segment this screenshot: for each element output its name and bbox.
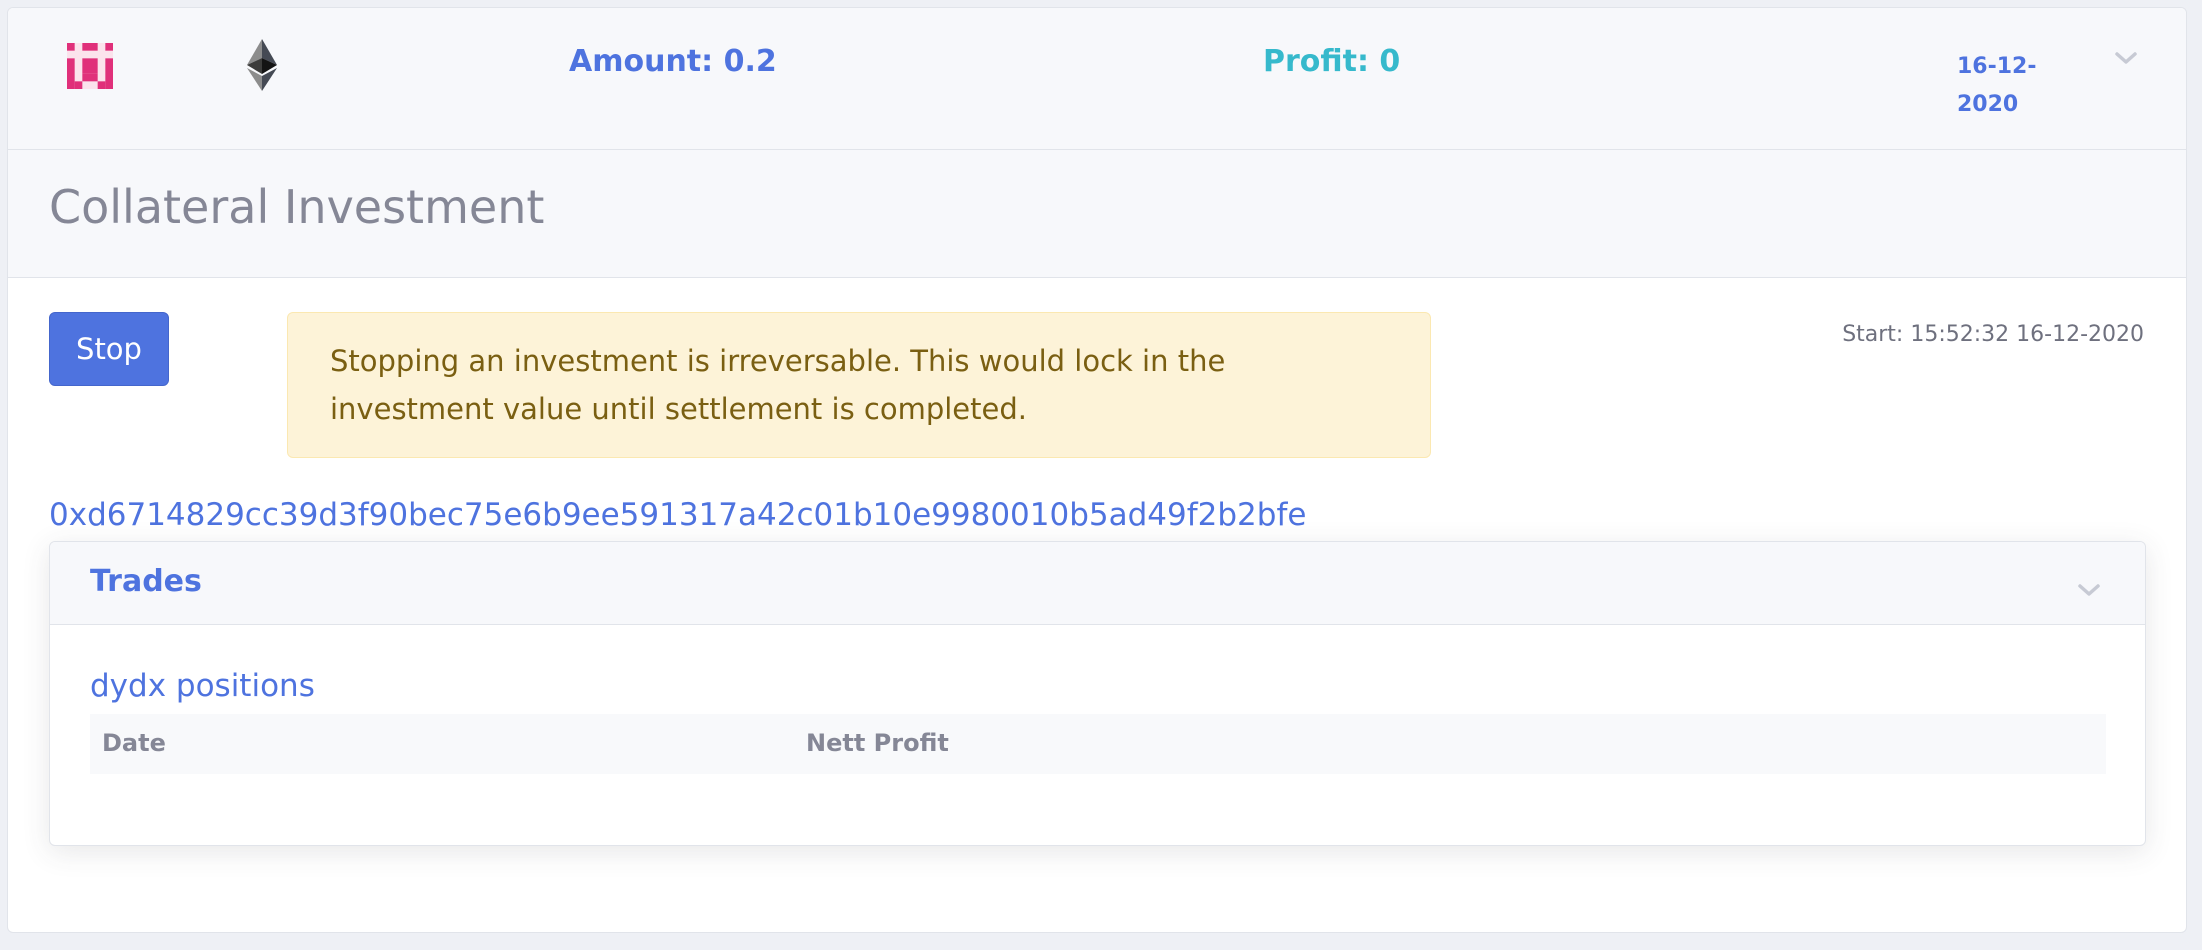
transaction-hash-link[interactable]: 0xd6714829cc39d3f90bec75e6b9ee591317a42c…	[49, 497, 1306, 533]
investment-date: 16-12- 2020	[1957, 48, 2047, 124]
trades-table-header: Date Nett Profit	[90, 714, 2106, 774]
chevron-down-icon[interactable]	[2114, 50, 2138, 66]
investment-profit: Profit: 0	[1263, 44, 1401, 79]
investment-summary-header[interactable]: Amount: 0.2 Profit: 0 16-12- 2020	[8, 8, 2186, 150]
investment-date-line-1: 16-12-	[1957, 54, 2037, 79]
trades-title: Trades	[90, 564, 202, 599]
start-timestamp: Start: 15:52:32 16-12-2020	[1842, 322, 2144, 347]
page-title: Collateral Investment	[49, 180, 545, 234]
trades-panel-header[interactable]: Trades	[50, 542, 2145, 625]
warning-alert: Stopping an investment is irreversable. …	[287, 312, 1431, 458]
app-logo-icon	[67, 43, 113, 89]
stop-button[interactable]: Stop	[49, 312, 169, 386]
ethereum-icon	[247, 39, 277, 91]
column-header-date: Date	[102, 729, 166, 757]
investment-amount: Amount: 0.2	[569, 44, 777, 79]
trades-panel: Trades dydx positions Date Nett Profit	[49, 541, 2146, 846]
column-header-nett-profit: Nett Profit	[806, 729, 949, 757]
investment-card: Amount: 0.2 Profit: 0 16-12- 2020 Collat…	[7, 7, 2187, 933]
investment-date-line-2: 2020	[1957, 92, 2019, 117]
dydx-positions-link[interactable]: dydx positions	[90, 668, 315, 704]
investment-title-bar: Collateral Investment	[8, 150, 2186, 278]
chevron-down-icon[interactable]	[2077, 582, 2101, 598]
